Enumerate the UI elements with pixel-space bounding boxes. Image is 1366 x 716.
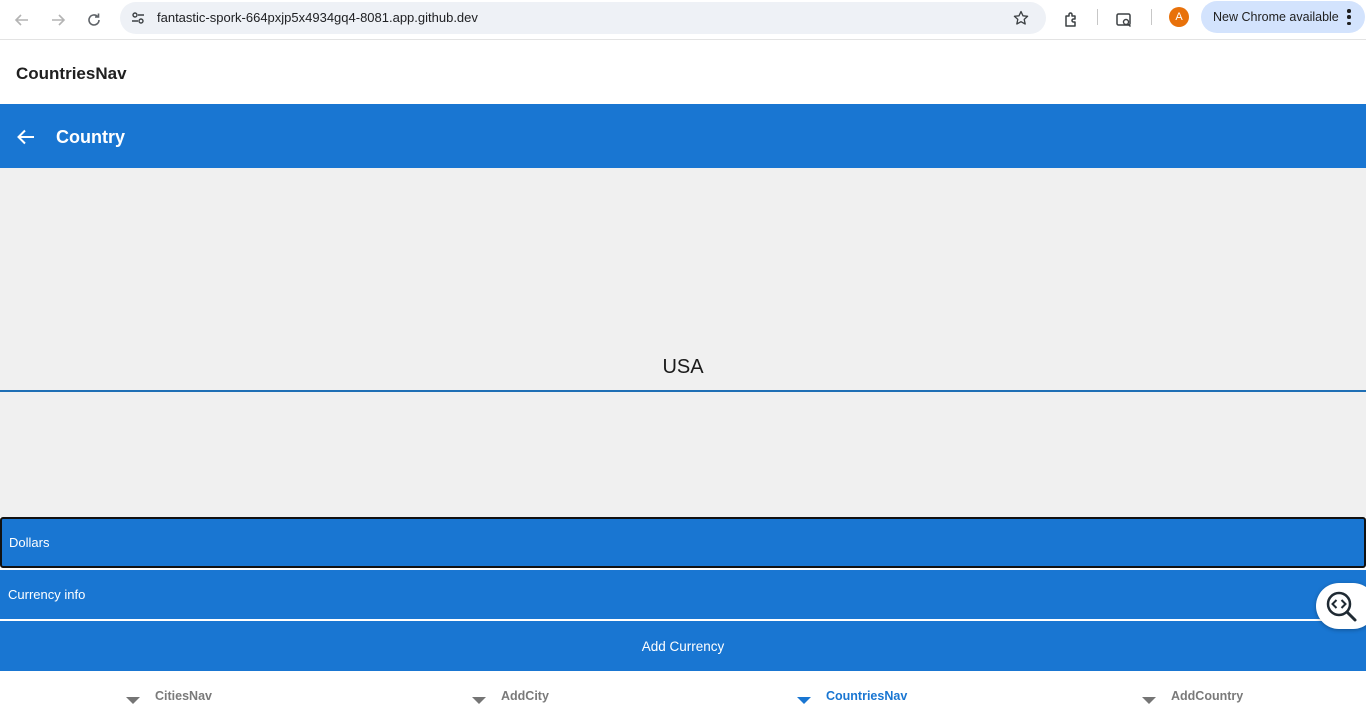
update-chrome-label: New Chrome available xyxy=(1213,10,1339,24)
screen-title: Country xyxy=(56,127,125,147)
arrow-left-icon[interactable] xyxy=(14,125,38,149)
country-content: USA xyxy=(0,168,1366,517)
extensions-icon[interactable] xyxy=(1057,6,1085,34)
back-arrow-icon[interactable] xyxy=(8,6,36,34)
reload-icon[interactable] xyxy=(80,6,108,34)
update-chrome-button[interactable]: New Chrome available xyxy=(1201,1,1365,33)
toolbar-divider xyxy=(1151,9,1152,25)
app-title: CountriesNav xyxy=(16,64,127,83)
add-currency-button[interactable]: Add Currency xyxy=(0,621,1366,671)
kebab-menu-icon[interactable] xyxy=(1347,9,1351,25)
tab-addcountry[interactable]: AddCountry xyxy=(1142,671,1262,716)
tab-citiesnav[interactable]: CitiesNav xyxy=(126,671,236,716)
chevron-down-icon xyxy=(1142,697,1156,704)
bookmark-star-icon[interactable] xyxy=(1010,7,1032,29)
tab-label: CitiesNav xyxy=(155,689,212,703)
tab-label: AddCountry xyxy=(1171,689,1244,703)
toolbar-divider xyxy=(1097,9,1098,25)
tab-search-icon[interactable] xyxy=(1110,6,1138,34)
tab-addcity[interactable]: AddCity xyxy=(472,671,572,716)
screen-toolbar: Country xyxy=(0,104,1366,168)
country-underline xyxy=(0,390,1366,392)
app-header: CountriesNav xyxy=(0,41,1366,104)
country-name: USA xyxy=(662,356,704,378)
code-inspector-button[interactable] xyxy=(1316,583,1366,629)
chevron-down-icon xyxy=(797,697,811,704)
tab-label: CountriesNav xyxy=(826,689,908,703)
chevron-down-icon xyxy=(472,697,486,704)
tab-countriesnav[interactable]: CountriesNav xyxy=(797,671,927,716)
code-search-icon xyxy=(1326,591,1357,622)
address-bar[interactable]: fantastic-spork-664pxjp5x4934gq4-8081.ap… xyxy=(120,2,1046,34)
browser-toolbar: fantastic-spork-664pxjp5x4934gq4-8081.ap… xyxy=(0,0,1366,40)
profile-avatar[interactable]: A xyxy=(1169,7,1189,27)
currency-info-input[interactable] xyxy=(0,570,1366,620)
tab-label: AddCity xyxy=(501,689,549,703)
forward-arrow-icon[interactable] xyxy=(44,6,72,34)
chevron-down-icon xyxy=(126,697,140,704)
site-info-icon[interactable] xyxy=(128,8,148,28)
url-text[interactable]: fantastic-spork-664pxjp5x4934gq4-8081.ap… xyxy=(157,10,478,25)
currency-input[interactable] xyxy=(0,517,1366,568)
bottom-tab-bar: CitiesNav AddCity CountriesNav AddCountr… xyxy=(0,671,1366,716)
